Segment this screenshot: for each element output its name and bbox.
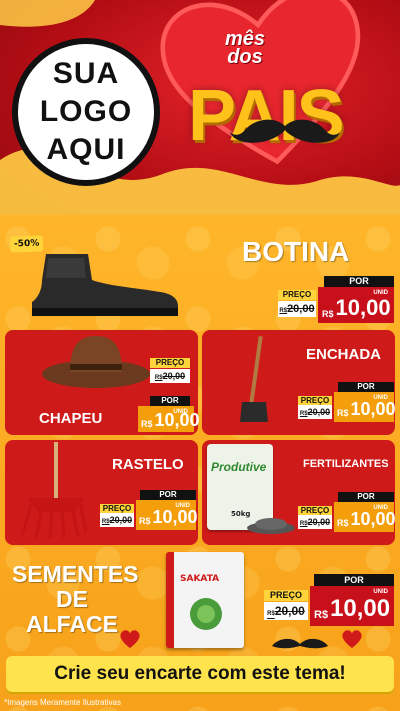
preco-label: PREÇO bbox=[100, 504, 134, 513]
por-label: POR bbox=[314, 574, 394, 586]
price-value: 10,00 bbox=[350, 509, 396, 529]
pack-brand: SAKATA bbox=[180, 574, 220, 584]
old-value: 20,00 bbox=[307, 407, 331, 417]
decorative-hearts bbox=[120, 630, 362, 649]
price-tag-botina: POR PREÇO R$20,00 R$ 10,00 UNID bbox=[278, 276, 394, 324]
old-price: R$20,00 bbox=[150, 369, 190, 383]
old-price: R$20,00 bbox=[100, 513, 134, 527]
boot-image bbox=[32, 254, 178, 316]
logo-placeholder: SUA LOGO AQUI bbox=[12, 38, 160, 186]
currency: R$ bbox=[337, 518, 349, 528]
product-title-botina: BOTINA bbox=[242, 236, 350, 267]
price-tag-rastelo: POR PREÇO R$20,00 R$ 10,00 UNID bbox=[100, 490, 198, 532]
price-tag-enchada: POR PREÇO R$20,00 R$ 10,00 UNID bbox=[298, 382, 396, 424]
price-tag-chapeu: PREÇO R$20,00 POR R$ 10,00 UNID bbox=[138, 358, 200, 432]
new-price: R$ 10,00 UNID bbox=[138, 406, 200, 432]
old-currency: R$ bbox=[267, 611, 275, 617]
old-value: 20,00 bbox=[162, 371, 186, 381]
logo-text-1: SUA bbox=[52, 57, 120, 90]
seeds-line-2: DE bbox=[56, 586, 88, 612]
por-label: POR bbox=[140, 490, 196, 500]
new-price: R$ 10,00 UNID bbox=[318, 287, 394, 323]
currency: R$ bbox=[139, 516, 151, 526]
por-label: POR bbox=[324, 276, 394, 287]
price-tag-fertilizantes: POR PREÇO R$20,00 R$ 10,00 UNID bbox=[298, 492, 396, 534]
currency: R$ bbox=[141, 419, 153, 429]
old-value: 20,00 bbox=[109, 515, 133, 525]
old-price: R$20,00 bbox=[298, 515, 332, 529]
hoe-image bbox=[240, 336, 268, 422]
unit-label: UNID bbox=[373, 290, 388, 296]
price-value: 10,00 bbox=[335, 295, 391, 320]
por-label: POR bbox=[338, 382, 394, 392]
campaign-dos: dos bbox=[227, 46, 263, 68]
preco-label: PREÇO bbox=[264, 590, 308, 601]
mustache-icon bbox=[230, 119, 340, 143]
product-title-chapeu: CHAPEU bbox=[39, 410, 103, 427]
hat-image bbox=[42, 336, 150, 388]
disclaimer: *Imagens Meramente Ilustrativas bbox=[4, 698, 121, 707]
unit-label: UNID bbox=[373, 589, 388, 595]
por-label: POR bbox=[150, 396, 190, 406]
bag-brand: Produtive bbox=[211, 460, 267, 474]
cta-banner[interactable]: Crie seu encarte com este tema! bbox=[6, 656, 394, 692]
currency: R$ bbox=[337, 408, 349, 418]
old-price: R$20,00 bbox=[278, 301, 316, 317]
logo-text-2: LOGO bbox=[39, 95, 133, 128]
unit-label: UNID bbox=[373, 505, 388, 511]
hero-banner: SUA LOGO AQUI mês dos PAIS bbox=[0, 0, 400, 215]
product-title-fertilizantes: FERTILIZANTES bbox=[303, 458, 389, 470]
old-price: R$20,00 bbox=[298, 405, 332, 419]
por-label: POR bbox=[338, 492, 394, 502]
old-value: 20,00 bbox=[287, 303, 315, 315]
seeds-line-1: SEMENTES bbox=[12, 561, 139, 587]
old-currency: R$ bbox=[154, 375, 163, 381]
unit-label: UNID bbox=[173, 409, 188, 415]
currency: R$ bbox=[322, 309, 334, 319]
preco-label: PREÇO bbox=[150, 358, 190, 368]
campaign-subtitle: mês dos bbox=[205, 29, 285, 68]
rake-image bbox=[20, 442, 88, 539]
product-title-enchada: ENCHADA bbox=[306, 346, 381, 363]
old-currency: R$ bbox=[101, 519, 110, 525]
old-currency: R$ bbox=[279, 308, 288, 314]
price-value: 10,00 bbox=[152, 507, 198, 527]
old-value: 20,00 bbox=[307, 517, 331, 527]
old-currency: R$ bbox=[299, 411, 308, 417]
old-currency: R$ bbox=[299, 521, 308, 527]
new-price: R$ 10,00 UNID bbox=[136, 500, 198, 530]
unit-label: UNID bbox=[175, 503, 190, 509]
old-value: 20,00 bbox=[274, 604, 305, 618]
logo-text-3: AQUI bbox=[46, 133, 126, 166]
granules-image bbox=[247, 518, 295, 534]
unit-label: UNID bbox=[373, 395, 388, 401]
price-value: 10,00 bbox=[350, 399, 396, 419]
new-price: R$ 10,00 UNID bbox=[334, 502, 396, 532]
preco-label: PREÇO bbox=[298, 396, 332, 405]
preco-label: PREÇO bbox=[298, 506, 332, 515]
new-price: R$ 10,00 UNID bbox=[334, 392, 396, 422]
preco-label: PREÇO bbox=[278, 290, 316, 300]
product-title-rastelo: RASTELO bbox=[112, 456, 184, 473]
